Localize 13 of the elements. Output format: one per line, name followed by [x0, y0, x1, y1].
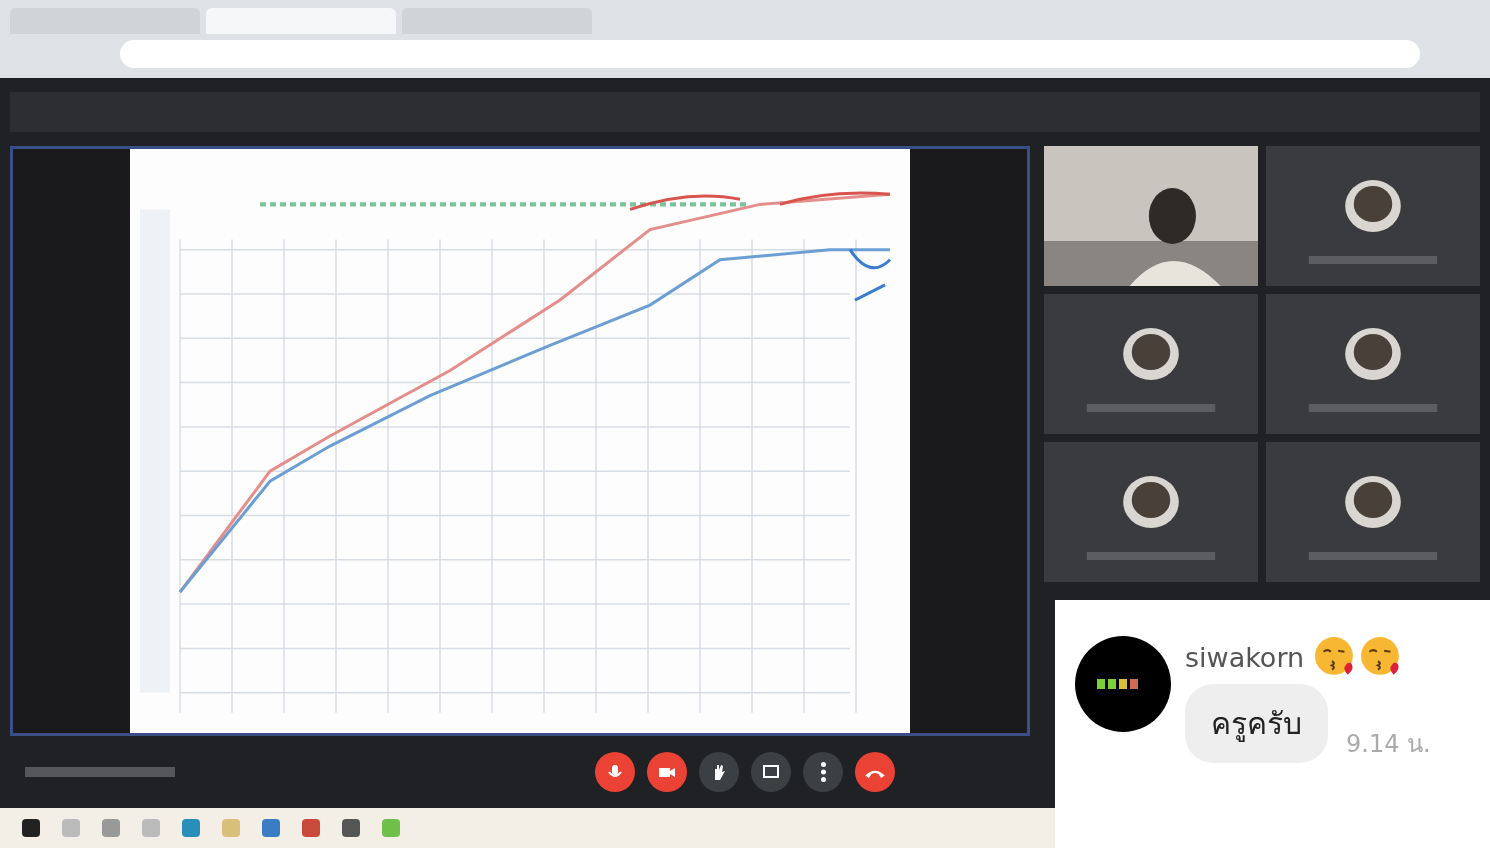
message-bubble: ครูครับ [1185, 684, 1328, 763]
more-button[interactable] [803, 752, 843, 792]
avatar-icon [1075, 636, 1171, 732]
mic-button[interactable] [595, 752, 635, 792]
app-icon[interactable] [342, 819, 360, 837]
sender-name: siwakorn [1185, 641, 1305, 673]
hand-button[interactable] [699, 752, 739, 792]
app-icon[interactable] [22, 819, 40, 837]
camera-button[interactable] [647, 752, 687, 792]
hangup-button[interactable] [855, 752, 895, 792]
message-time: 9.14 น. [1346, 729, 1431, 760]
more-icon [820, 762, 826, 782]
present-button[interactable] [751, 752, 791, 792]
